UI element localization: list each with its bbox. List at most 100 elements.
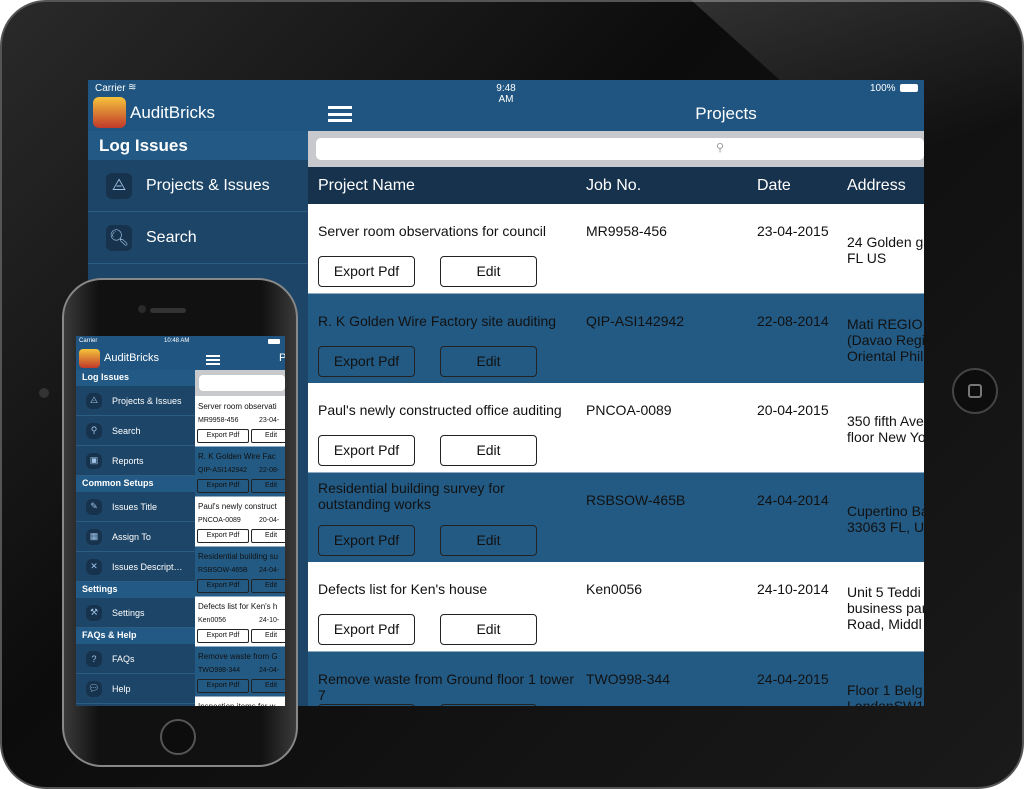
export-pdf-button[interactable]: Export Pdf: [318, 345, 415, 377]
app-logo: [93, 97, 126, 128]
edit-button[interactable]: Edit: [251, 529, 285, 543]
job-number: TWO998-344: [198, 667, 241, 674]
export-pdf-button[interactable]: Export Pdf: [318, 614, 415, 645]
report-icon: ▣: [86, 452, 102, 469]
date: 24-04-: [259, 567, 280, 574]
sidebar-section-header: Settings: [76, 582, 195, 598]
cross-icon: ✕: [86, 558, 102, 575]
sidebar-item[interactable]: ✕ Issues Descript…: [76, 552, 195, 582]
date: 23-04-2015: [757, 223, 829, 239]
list-item[interactable]: Paul's newly construct PNCOA-0089 20-04- Ex…: [195, 497, 285, 547]
export-pdf-button[interactable]: Export Pdf: [318, 435, 415, 466]
edit-button[interactable]: Edit: [251, 479, 285, 493]
edit-button[interactable]: Edit: [440, 435, 537, 466]
search-input[interactable]: [199, 375, 285, 391]
edit-button[interactable]: Edit: [440, 524, 537, 556]
export-pdf-button[interactable]: Export Pdf: [318, 524, 415, 556]
export-pdf-button[interactable]: Export Pdf: [197, 679, 249, 693]
search-input[interactable]: [316, 138, 924, 160]
sidebar-item-search[interactable]: 🔍︎ Search: [88, 212, 308, 264]
export-pdf-button[interactable]: Export Pdf: [197, 629, 249, 643]
list-item[interactable]: Server room observati MR9958-456 23-04- Exp…: [195, 397, 285, 447]
job-number: QIP-ASI142942: [198, 467, 248, 474]
sidebar-item-label: Reports: [112, 455, 144, 466]
address: Mati REGIO (Davao Regi Oriental Phil: [847, 315, 924, 364]
sidebar-item[interactable]: ⚲ Search: [76, 416, 195, 446]
edit-button[interactable]: Edit: [440, 703, 537, 706]
iphone-screen: Carrier 10:48 AM AuditBricks P Log Issue…: [76, 336, 285, 706]
sidebar-section-header: Common Setups: [76, 476, 195, 492]
app-store-icon: ⨺: [86, 392, 102, 409]
edit-button[interactable]: Edit: [440, 256, 537, 287]
search-bar: [195, 370, 285, 396]
note-icon: ✎: [86, 498, 102, 515]
edit-button[interactable]: Edit: [251, 579, 285, 593]
sidebar-item[interactable]: ⚒ Settings: [76, 598, 195, 628]
export-pdf-button[interactable]: Export Pdf: [197, 529, 249, 543]
list-item[interactable]: Remove waste from G TWO998-344 24-04- Expor…: [195, 647, 285, 697]
address: Cupertino Ba 33063 FL, U: [847, 502, 924, 535]
sidebar-item-projects[interactable]: ⨺ Projects & Issues: [88, 160, 308, 212]
edit-button[interactable]: Edit: [440, 614, 537, 645]
project-name: Defects list for Ken's h: [198, 602, 278, 611]
sidebar-item-label: Search: [146, 228, 197, 246]
sidebar-item[interactable]: ⨺ Projects & Issues: [76, 386, 195, 416]
column-project-name[interactable]: Project Name: [318, 177, 415, 195]
sidebar-item-label: Issues Title: [112, 501, 158, 512]
magnifier-icon: ⚲: [86, 422, 102, 439]
job-number: QIP-ASI142942: [586, 312, 685, 329]
date: 20-04-2015: [757, 402, 829, 418]
edit-button[interactable]: Edit: [251, 679, 285, 693]
sidebar-section-header: FAQs & Help: [76, 628, 195, 644]
hamburger-menu-icon[interactable]: [206, 355, 220, 365]
export-pdf-button[interactable]: Export Pdf: [318, 703, 415, 706]
ipad-camera: [39, 388, 49, 398]
sidebar-item[interactable]: ▣ Reports: [76, 446, 195, 476]
edit-button[interactable]: Edit: [440, 345, 537, 377]
table-body: Server room observations for council MR99…: [308, 204, 924, 706]
project-name: Server room observati: [198, 402, 277, 411]
page-title: Projects: [695, 104, 757, 123]
hamburger-menu-icon[interactable]: [328, 106, 352, 122]
sidebar-item-label: Issues Descript…: [112, 561, 183, 572]
table-row[interactable]: Paul's newly constructed office auditing…: [308, 383, 924, 473]
sidebar-item[interactable]: 💬︎ Help: [76, 674, 195, 704]
clock: 9:48 AM: [496, 83, 516, 105]
export-pdf-button[interactable]: Export Pdf: [197, 579, 249, 593]
address: Floor 1 Belg LondonSW1: [847, 681, 924, 707]
column-date[interactable]: Date: [757, 177, 791, 195]
column-address[interactable]: Address: [847, 177, 906, 195]
search-bar: ⚲: [308, 131, 924, 167]
sidebar-item[interactable]: ✎ Issues Title: [76, 492, 195, 522]
list-body: Server room observati MR9958-456 23-04- Exp…: [195, 397, 285, 706]
column-job-no[interactable]: Job No.: [586, 177, 641, 195]
list-item[interactable]: Inspection items for w: [195, 697, 285, 706]
table-row[interactable]: Remove waste from Ground floor 1 tower 7…: [308, 651, 924, 707]
edit-button[interactable]: Edit: [251, 629, 285, 643]
table-row[interactable]: R. K Golden Wire Factory site auditing QI…: [308, 293, 924, 384]
list-item[interactable]: Residential building su RSBSOW-465B 24-04-…: [195, 547, 285, 597]
list-item[interactable]: Defects list for Ken's h Ken0056 24-10- Exp…: [195, 597, 285, 647]
sidebar-item[interactable]: ▦ Assign To: [76, 522, 195, 552]
export-pdf-button[interactable]: Export Pdf: [318, 256, 415, 287]
job-number: MR9958-456: [586, 223, 667, 239]
sidebar-item[interactable]: ? FAQs: [76, 644, 195, 674]
table-row[interactable]: Defects list for Ken's house Ken0056 24-10…: [308, 562, 924, 652]
export-pdf-button[interactable]: Export Pdf: [197, 479, 249, 493]
project-name: Remove waste from G: [198, 652, 278, 661]
sidebar-section-header: Log Issues: [76, 370, 195, 386]
date: 22-08-2014: [757, 312, 829, 329]
project-name: Remove waste from Ground floor 1 tower 7: [318, 670, 574, 703]
ipad-home-button[interactable]: [952, 368, 998, 414]
table-row[interactable]: Server room observations for council MR99…: [308, 204, 924, 294]
carrier-label: Carrier: [79, 338, 98, 344]
table-row[interactable]: Residential building survey for outstand…: [308, 472, 924, 563]
export-pdf-button[interactable]: Export Pdf: [197, 429, 249, 443]
search-icon: ⚲: [716, 142, 725, 154]
project-name: R. K Golden Wire Fac: [198, 452, 276, 461]
carrier-label: Carrier: [95, 83, 126, 94]
list-item[interactable]: R. K Golden Wire Fac QIP-ASI142942 22-08- E…: [195, 447, 285, 497]
iphone-home-button[interactable]: [160, 719, 196, 755]
projects-table: ⚲ Project Name Job No. Date Address Serv…: [308, 131, 924, 706]
edit-button[interactable]: Edit: [251, 429, 285, 443]
